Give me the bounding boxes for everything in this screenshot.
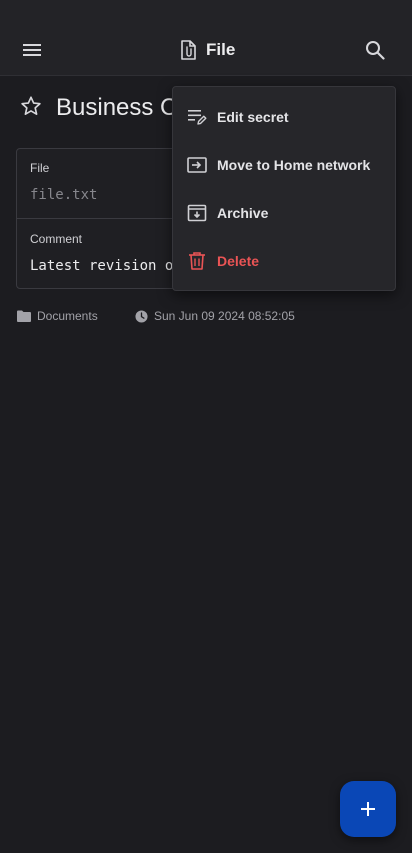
add-button[interactable] [340, 781, 396, 837]
edit-list-icon [187, 107, 207, 127]
menu-item-label: Edit secret [217, 109, 289, 125]
star-outline-icon [21, 95, 41, 115]
context-menu: Edit secret Move to Home network Archive [172, 86, 396, 291]
plus-icon [361, 802, 375, 816]
folder-meta[interactable]: Documents [17, 306, 98, 326]
timestamp-meta: Sun Jun 09 2024 08:52:05 [135, 306, 295, 326]
menu-item-edit-secret[interactable]: Edit secret [173, 93, 395, 141]
menu-item-label: Move to Home network [217, 157, 371, 173]
hamburger-menu-icon [23, 44, 41, 56]
menu-item-move[interactable]: Move to Home network [173, 141, 395, 189]
folder-name: Documents [37, 309, 98, 323]
menu-item-archive[interactable]: Archive [173, 189, 395, 237]
menu-item-delete[interactable]: Delete [173, 237, 395, 285]
app-bar-title: File [178, 36, 235, 64]
page-title: File [206, 40, 236, 59]
favorite-button[interactable] [20, 95, 42, 122]
clock-icon [135, 309, 148, 323]
item-title-row: Business C [20, 92, 177, 124]
app-bar: File [0, 0, 412, 76]
move-to-icon [187, 155, 207, 175]
timestamp: Sun Jun 09 2024 08:52:05 [154, 309, 295, 323]
file-attachment-icon [181, 40, 196, 60]
search-button[interactable] [355, 30, 395, 70]
menu-button[interactable] [12, 30, 52, 70]
trash-icon [187, 251, 207, 271]
archive-icon [187, 203, 207, 223]
item-title: Business C [56, 94, 178, 121]
menu-item-label: Archive [217, 205, 269, 221]
folder-icon [17, 310, 31, 322]
search-icon [366, 41, 385, 60]
menu-item-label: Delete [217, 253, 260, 269]
